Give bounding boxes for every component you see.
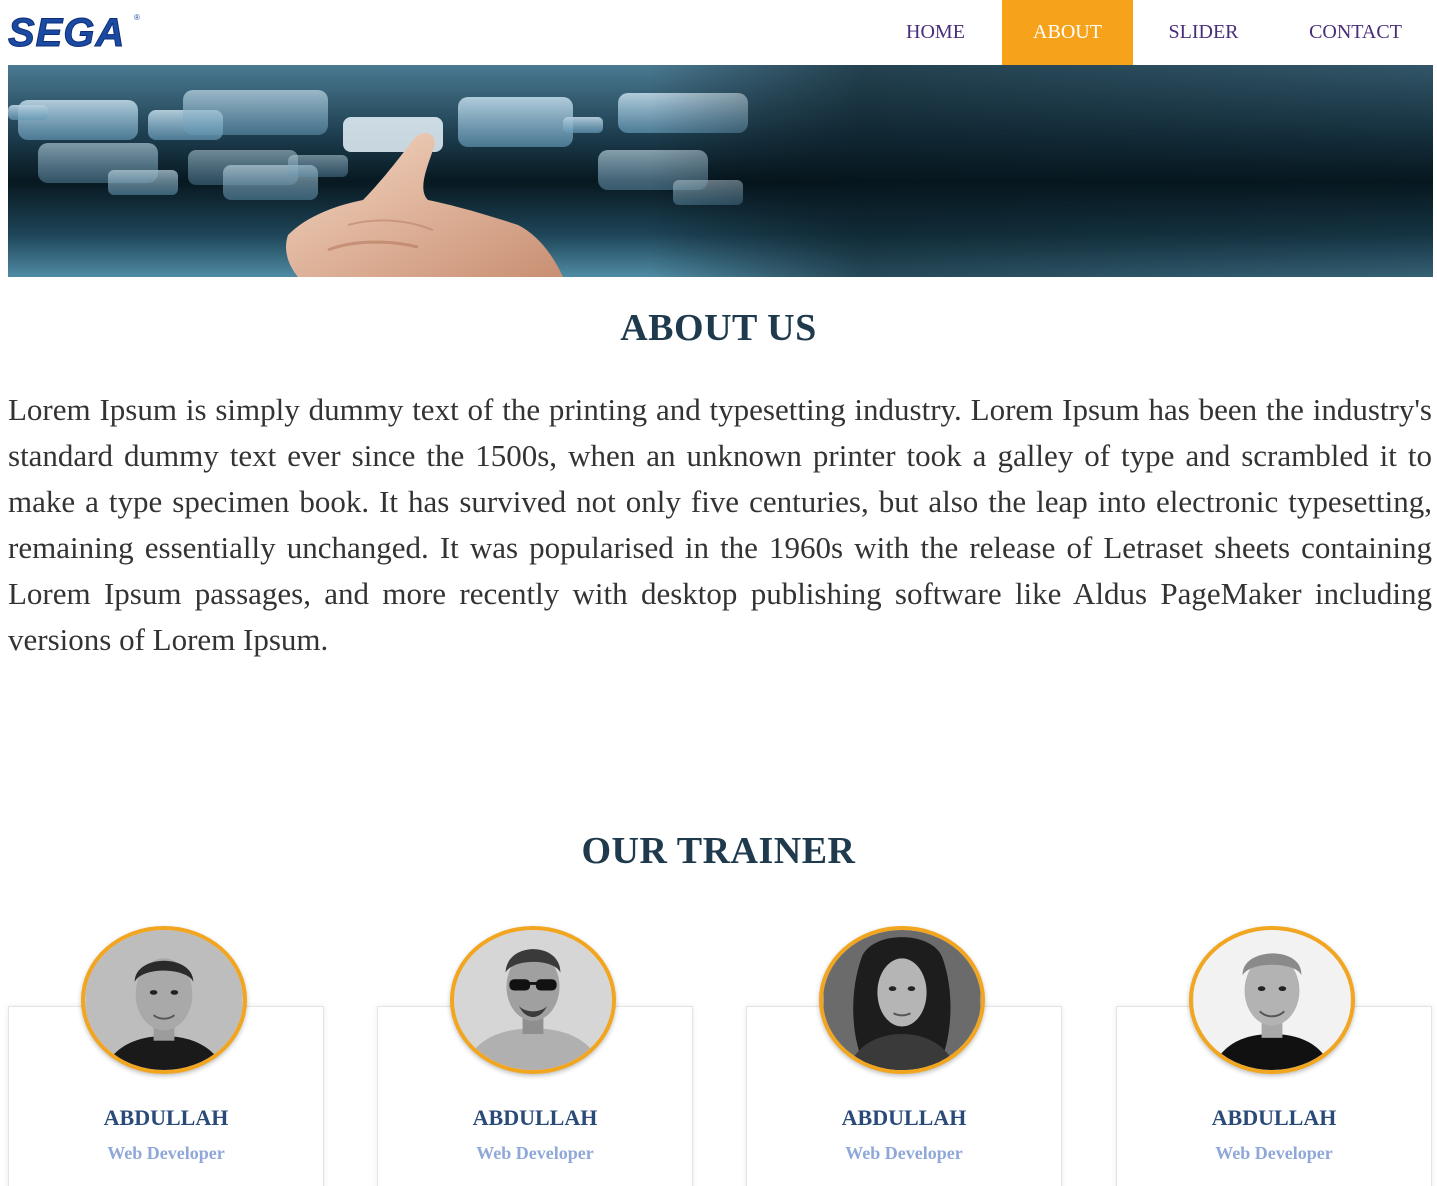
person-photo	[823, 930, 981, 1070]
trainer-role: Web Developer	[476, 1143, 594, 1163]
sega-logo-icon: SEGA ®	[8, 11, 140, 53]
trainer-avatar	[1189, 926, 1355, 1074]
trainer-title: OUR TRAINER	[581, 830, 856, 872]
about-paragraph: Lorem Ipsum is simply dummy text of the …	[8, 392, 1432, 657]
svg-text:SEGA: SEGA	[8, 11, 125, 52]
site-header: SEGA ® HOME ABOUT SLIDER CONTACT	[0, 0, 1437, 65]
svg-text:®: ®	[134, 13, 140, 22]
person-photo	[454, 930, 612, 1070]
trainer-role: Web Developer	[845, 1143, 963, 1163]
trainer-role: Web Developer	[1215, 1143, 1333, 1163]
nav-about[interactable]: ABOUT	[1002, 0, 1133, 65]
trainer-avatar	[819, 926, 985, 1074]
hero-banner-image	[8, 65, 1433, 277]
nav-slider[interactable]: SLIDER	[1133, 0, 1274, 65]
touchscreen-hand-image	[8, 65, 1433, 277]
trainer-avatar	[81, 926, 247, 1074]
trainer-name: ABDULLAH	[1211, 1105, 1337, 1130]
about-title: ABOUT US	[620, 307, 817, 349]
trainer-role: Web Developer	[107, 1143, 225, 1163]
person-photo	[85, 930, 243, 1070]
nav-home[interactable]: HOME	[869, 0, 1002, 65]
main-nav: HOME ABOUT SLIDER CONTACT	[869, 0, 1437, 65]
person-photo	[1193, 930, 1351, 1070]
nav-contact[interactable]: CONTACT	[1274, 0, 1437, 65]
trainer-name: ABDULLAH	[103, 1105, 229, 1130]
trainer-name: ABDULLAH	[472, 1105, 598, 1130]
trainer-avatar	[450, 926, 616, 1074]
sega-logo[interactable]: SEGA ®	[8, 8, 143, 53]
trainer-name: ABDULLAH	[841, 1105, 967, 1130]
